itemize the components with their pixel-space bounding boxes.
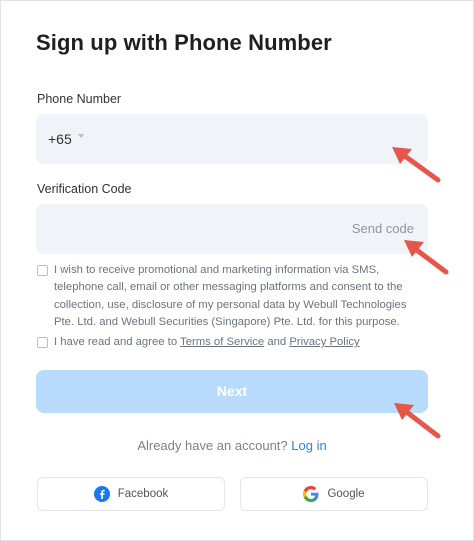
- annotation-arrow: [394, 403, 441, 439]
- facebook-label: Facebook: [117, 488, 169, 500]
- phone-number-field[interactable]: +65: [36, 114, 428, 164]
- annotation-arrow: [404, 240, 449, 275]
- google-icon: [303, 486, 319, 502]
- page-title: Sign up with Phone Number: [36, 30, 332, 55]
- google-button[interactable]: Google: [240, 477, 428, 511]
- google-label: Google: [327, 488, 365, 500]
- facebook-button[interactable]: Facebook: [37, 477, 225, 511]
- verification-code-label: Verification Code: [37, 182, 132, 196]
- already-text: Already have an account?: [137, 438, 288, 453]
- terms-consent-checkbox[interactable]: [37, 337, 48, 348]
- terms-consent-text: I have read and agree to Terms of Servic…: [54, 334, 360, 351]
- chevron-down-icon[interactable]: [78, 134, 84, 138]
- terms-of-service-link[interactable]: Terms of Service: [180, 336, 264, 348]
- verification-code-field[interactable]: Send code: [36, 204, 428, 254]
- facebook-icon: [93, 486, 110, 502]
- terms-and: and: [267, 336, 287, 348]
- marketing-consent-checkbox[interactable]: [37, 265, 48, 276]
- marketing-consent-text: I wish to receive promotional and market…: [54, 264, 407, 328]
- next-button[interactable]: Next: [36, 370, 428, 413]
- phone-number-label: Phone Number: [37, 92, 122, 106]
- marketing-consent-row: I wish to receive promotional and market…: [37, 262, 426, 331]
- privacy-policy-link[interactable]: Privacy Policy: [289, 336, 359, 348]
- login-link[interactable]: Log in: [291, 438, 326, 453]
- country-code-select[interactable]: +65: [48, 131, 72, 147]
- terms-prefix: I have read and agree to: [54, 336, 178, 348]
- terms-consent-row: I have read and agree to Terms of Servic…: [37, 334, 360, 351]
- annotation-arrow: [392, 147, 441, 183]
